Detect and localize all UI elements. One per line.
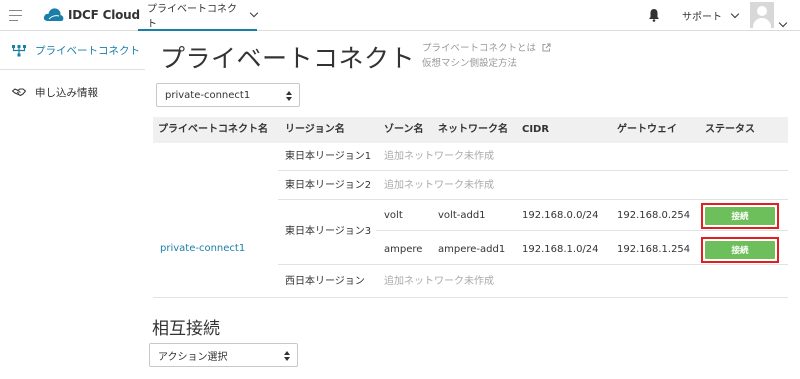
page-title: プライベートコネクト	[160, 44, 416, 73]
sidebar-item-label: プライベートコネクト	[35, 45, 140, 57]
status-label: 接続	[705, 241, 775, 259]
help-link-about[interactable]: プライベートコネクトとは	[422, 43, 536, 54]
sidebar-item-private-connect[interactable]: プライベートコネクト	[0, 32, 145, 70]
column-header: CIDR	[522, 124, 550, 135]
status-label: 接続	[705, 207, 775, 225]
select-value: アクション選択	[158, 351, 228, 363]
column-header: ネットワーク名	[438, 124, 508, 135]
region-name: 東日本リージョン2	[285, 180, 372, 191]
select-arrows-icon	[284, 351, 290, 361]
menu-icon[interactable]	[9, 10, 22, 21]
logo[interactable]: IDCF Cloud	[43, 7, 140, 22]
network-status-note: 追加ネットワーク未作成	[384, 276, 494, 287]
main-content: プライベートコネクト プライベートコネクトとは 仮想マシン側設定方法 priva…	[145, 31, 800, 379]
help-link-vm-settings[interactable]: 仮想マシン側設定方法	[422, 56, 551, 71]
connection-table: プライベートコネクト名 リージョン名 ゾーン名 ネットワーク名 CIDR ゲート…	[153, 117, 788, 298]
column-header: ステータス	[705, 124, 755, 135]
private-connect-name-link[interactable]: private-connect1	[160, 242, 245, 256]
table-header: プライベートコネクト名 リージョン名 ゾーン名 ネットワーク名 CIDR ゲート…	[153, 117, 788, 143]
status-connect-button[interactable]: 接続	[701, 237, 779, 263]
zone-name: ampere	[384, 244, 423, 255]
help-links: プライベートコネクトとは 仮想マシン側設定方法	[422, 41, 551, 71]
top-bar: IDCF Cloud プライベートコネクト サポート	[0, 0, 800, 31]
network-status-note: 追加ネットワーク未作成	[384, 180, 494, 191]
network-name: volt-add1	[438, 210, 486, 221]
sidebar-item-label: 申し込み情報	[35, 86, 98, 99]
chevron-down-icon	[730, 9, 740, 18]
network-status-note: 追加ネットワーク未作成	[384, 151, 494, 162]
tab-label: プライベートコネクト	[147, 3, 237, 30]
external-link-icon	[542, 43, 551, 52]
chevron-down-icon	[249, 8, 259, 17]
column-header: プライベートコネクト名	[158, 124, 268, 135]
sidebar: プライベートコネクト 申し込み情報	[0, 31, 145, 379]
region-name: 東日本リージョン3	[285, 226, 372, 237]
network-name: ampere-add1	[438, 244, 506, 255]
gateway: 192.168.0.254	[617, 210, 691, 221]
gateway: 192.168.1.254	[617, 244, 691, 255]
column-header: リージョン名	[285, 124, 345, 135]
cidr: 192.168.0.0/24	[522, 210, 599, 221]
logo-text: IDCF Cloud	[68, 7, 140, 22]
cidr: 192.168.1.0/24	[522, 244, 599, 255]
select-arrows-icon	[286, 91, 292, 101]
section-title-interconnect: 相互接続	[152, 319, 220, 339]
zone-name: volt	[384, 210, 403, 221]
handshake-icon	[12, 88, 26, 97]
avatar[interactable]	[750, 2, 774, 28]
region-name: 東日本リージョン1	[285, 151, 372, 162]
bell-icon[interactable]	[648, 8, 660, 22]
column-header: ゲートウェイ	[617, 124, 677, 135]
sidebar-item-application-info[interactable]: 申し込み情報	[0, 73, 145, 111]
private-connect-select[interactable]: private-connect1	[156, 83, 300, 107]
status-connect-button[interactable]: 接続	[701, 203, 779, 229]
account-menu-toggle[interactable]	[778, 11, 788, 30]
cloud-logo-icon	[43, 8, 64, 21]
chevron-down-icon	[778, 18, 788, 28]
region-name: 西日本リージョン	[285, 276, 365, 287]
network-icon	[12, 44, 26, 56]
support-menu[interactable]: サポート	[682, 0, 740, 31]
tab-private-connect[interactable]: プライベートコネクト	[138, 0, 259, 31]
column-header: ゾーン名	[384, 124, 424, 135]
support-label: サポート	[682, 12, 722, 23]
action-select[interactable]: アクション選択	[149, 343, 298, 367]
select-value: private-connect1	[165, 89, 251, 101]
